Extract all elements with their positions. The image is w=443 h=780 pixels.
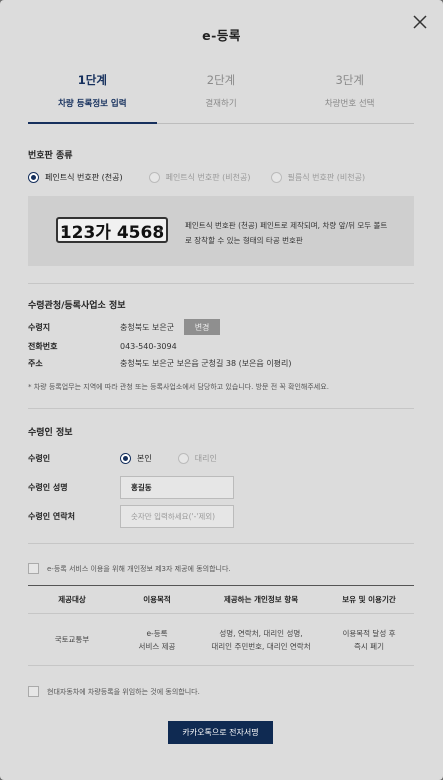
recipient-contact-label: 수령인 연락처 — [28, 512, 75, 521]
divider — [28, 408, 414, 409]
consent-text: e-등록 서비스 이용을 위해 개인정보 제3자 제공에 동의합니다. — [47, 564, 231, 573]
sample-plate-number: 123가 4568 — [59, 222, 165, 243]
recipient-contact-row: 수령인 연락처 숫자만 입력하세요('-'제외) — [28, 505, 234, 528]
divider — [28, 283, 414, 284]
radio-selected-icon — [28, 172, 39, 183]
delegate-consent[interactable]: 현대자동차에 차량등록을 위임하는 것에 동의합니다. — [28, 686, 200, 697]
step-number: 2단계 — [206, 73, 236, 87]
checkbox-icon[interactable] — [28, 563, 39, 574]
e-registration-modal: e-등록 1단계 차량 등록정보 입력 2단계 결재하기 3단계 차량번호 선택… — [0, 0, 443, 780]
radio-selected-icon — [120, 453, 131, 464]
step-3: 3단계 차량번호 선택 — [285, 72, 414, 123]
table-row: 국토교통부 e-등록 서비스 제공 성명, 연락처, 대리인 성명, 대리인 주… — [28, 613, 414, 666]
purpose-line: 서비스 제공 — [138, 641, 176, 651]
address-label: 주소 — [28, 359, 43, 368]
change-button[interactable]: 변경 — [184, 319, 221, 335]
phone-value: 043-540-3094 — [120, 342, 177, 351]
recipient-self-option[interactable]: 본인 — [120, 453, 152, 464]
step-2: 2단계 결재하기 — [157, 72, 286, 123]
step-indicator: 1단계 차량 등록정보 입력 2단계 결재하기 3단계 차량번호 선택 — [28, 72, 414, 124]
table-header-row: 제공대상 이용목적 제공하는 개인정보 항목 보유 및 이용기간 — [28, 585, 414, 614]
table-cell-period: 이용목적 달성 후 즉시 폐기 — [324, 613, 414, 666]
checkbox-icon[interactable] — [28, 686, 39, 697]
recipient-agent-option[interactable]: 대리인 — [177, 453, 217, 464]
table-cell-items: 성명, 연락처, 대리인 성명, 대리인 주민번호, 대리인 연락처 — [198, 613, 324, 666]
divider — [28, 543, 414, 544]
bolt-icon — [62, 229, 65, 232]
table-cell-target: 국토교통부 — [28, 613, 116, 666]
table-header: 제공대상 — [28, 585, 116, 614]
option-label: 페인트식 번호판 (천공) — [45, 173, 123, 182]
office-note: * 차량 등록업무는 지역에 따라 관청 또는 등록사업소에서 담당하고 있습니… — [28, 383, 329, 391]
bolt-icon — [159, 229, 162, 232]
kakao-sign-button[interactable]: 카카오톡으로 전자서명 — [168, 721, 273, 744]
plate-preview-box: 123가 4568 페인트식 번호판 (천공) 페인트로 제작되며, 차량 앞/… — [28, 196, 414, 266]
receive-value: 충청북도 보은군 — [120, 322, 175, 332]
items-line: 대리인 주민번호, 대리인 연락처 — [211, 641, 311, 651]
address-value: 충청북도 보은군 보은읍 군청길 38 (보은읍 이평리) — [120, 359, 292, 368]
recipient-name-input[interactable]: 홍길동 — [120, 476, 234, 499]
step-label: 결재하기 — [205, 99, 237, 109]
recipient-type-row: 수령인 본인 대리인 — [28, 453, 231, 464]
table-header: 보유 및 이용기간 — [324, 585, 414, 614]
option-label: 페인트식 번호판 (비천공) — [165, 173, 251, 182]
option-label: 대리인 — [194, 454, 217, 463]
period-line: 이용목적 달성 후 — [342, 628, 396, 638]
recipient-contact-input[interactable]: 숫자만 입력하세요('-'제외) — [120, 505, 234, 528]
sample-plate-image: 123가 4568 — [56, 217, 168, 243]
modal-title: e-등록 — [202, 28, 241, 43]
plate-type-options: 페인트식 번호판 (천공) 페인트식 번호판 (비천공) 필름식 번호판 (비천… — [28, 172, 379, 183]
consent-table: 제공대상 이용목적 제공하는 개인정보 항목 보유 및 이용기간 국토교통부 e… — [28, 585, 414, 666]
purpose-line: e-등록 — [146, 628, 168, 638]
plate-option-paint-nonperforated[interactable]: 페인트식 번호판 (비천공) — [148, 172, 251, 183]
radio-icon — [148, 172, 160, 183]
step-label: 차량번호 선택 — [324, 99, 375, 109]
option-label: 본인 — [137, 454, 152, 463]
plate-option-paint-perforated[interactable]: 페인트식 번호판 (천공) — [28, 172, 123, 183]
plate-description: 페인트식 번호판 (천공) 페인트로 제작되며, 차량 앞/뒤 모두 볼트로 장… — [185, 221, 388, 245]
radio-icon — [270, 172, 282, 183]
receive-place-row: 수령지 충청북도 보은군 변경 — [28, 319, 221, 335]
table-cell-purpose: e-등록 서비스 제공 — [116, 613, 198, 666]
items-line: 성명, 연락처, 대리인 성명, — [219, 628, 303, 638]
third-party-consent[interactable]: e-등록 서비스 이용을 위해 개인정보 제3자 제공에 동의합니다. — [28, 563, 231, 574]
plate-option-film-nonperforated[interactable]: 필름식 번호판 (비천공) — [270, 172, 366, 183]
table-header: 제공하는 개인정보 항목 — [198, 585, 324, 614]
receive-label: 수령지 — [28, 322, 51, 332]
table-header: 이용목적 — [116, 585, 198, 614]
recipient-name-row: 수령인 성명 홍길동 — [28, 476, 234, 499]
consent-text: 현대자동차에 차량등록을 위임하는 것에 동의합니다. — [47, 687, 200, 696]
recipient-title: 수령인 정보 — [28, 428, 73, 438]
recipient-type-label: 수령인 — [28, 454, 51, 463]
period-line: 즉시 폐기 — [354, 641, 384, 651]
step-1: 1단계 차량 등록정보 입력 — [28, 72, 157, 124]
step-label: 차량 등록정보 입력 — [58, 99, 127, 109]
phone-row: 전화번호 043-540-3094 — [28, 341, 177, 352]
plate-type-title: 번호판 종류 — [28, 151, 73, 161]
recipient-name-label: 수령인 성명 — [28, 483, 68, 492]
step-number: 3단계 — [335, 73, 364, 87]
address-row: 주소 충청북도 보은군 보은읍 군청길 38 (보은읍 이평리) — [28, 358, 292, 369]
phone-label: 전화번호 — [28, 342, 58, 351]
option-label: 필름식 번호판 (비천공) — [287, 173, 366, 182]
office-title: 수령관청/등록사업소 정보 — [28, 301, 126, 311]
step-number: 1단계 — [77, 73, 107, 87]
radio-icon — [177, 453, 189, 464]
